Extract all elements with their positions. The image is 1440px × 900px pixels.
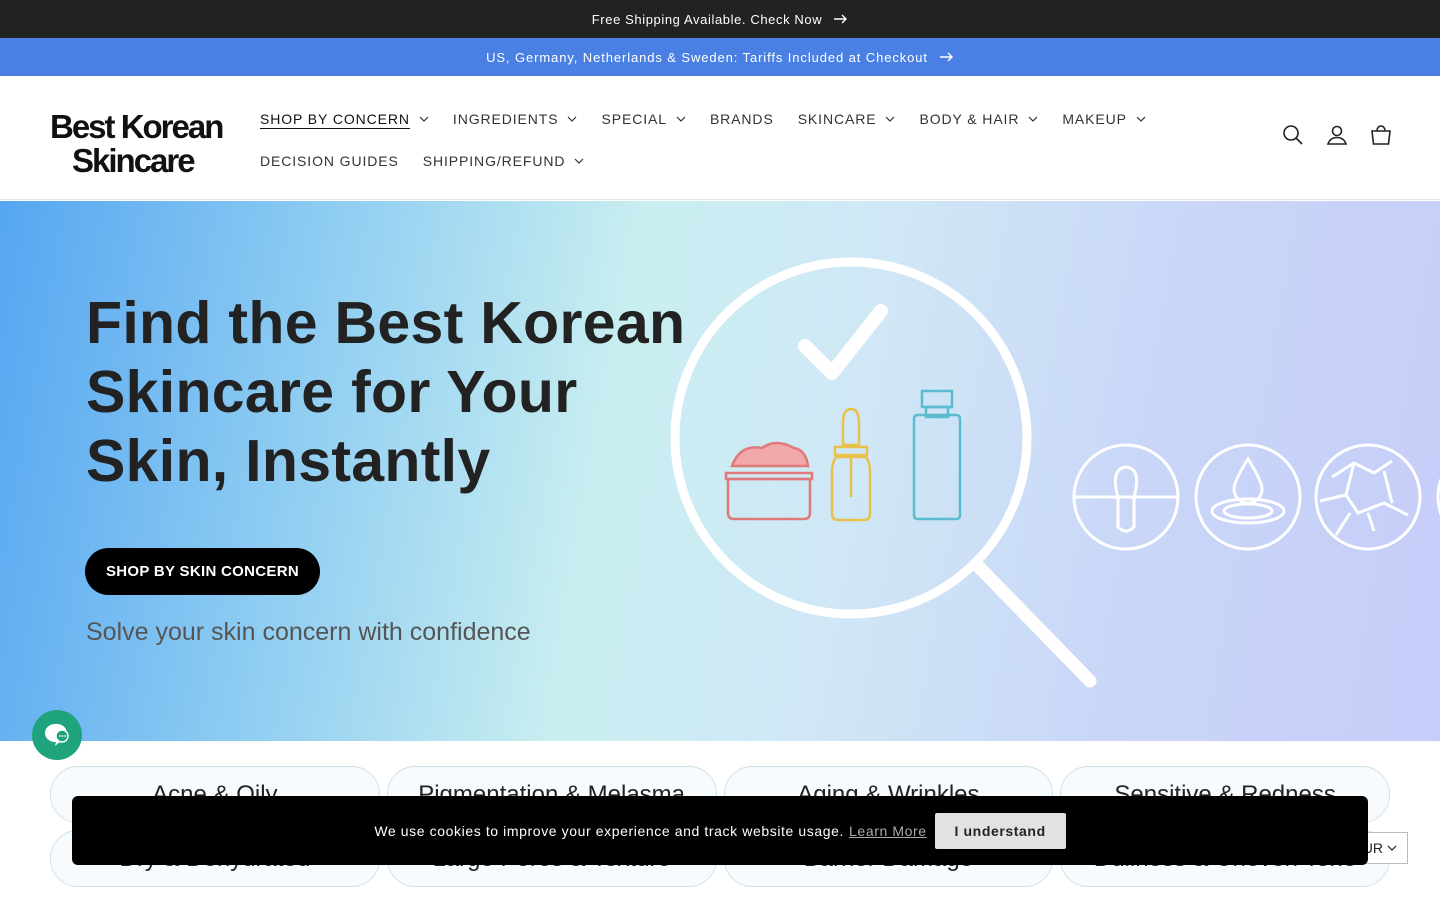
nav-label: MAKEUP <box>1062 111 1127 127</box>
account-icon[interactable] <box>1326 124 1348 146</box>
nav-row-2: DECISION GUIDES SHIPPING/REFUND <box>260 140 1160 182</box>
nav-item-makeup[interactable]: MAKEUP <box>1062 111 1146 127</box>
chevron-down-icon <box>1028 116 1038 122</box>
magnifier-handle <box>971 559 1097 688</box>
pore-icon <box>1072 443 1180 551</box>
nav-label: SKINCARE <box>797 111 877 127</box>
nav-item-decision-guides[interactable]: DECISION GUIDES <box>260 153 399 169</box>
cookie-message: We use cookies to improve your experienc… <box>374 822 845 839</box>
arrow-right-icon <box>834 14 848 24</box>
brand-logo-line2: Skincare <box>72 142 196 179</box>
brand-logo[interactable]: Best Korean Skincare <box>50 110 225 178</box>
chat-icon <box>45 723 69 746</box>
dropper-bottle-icon <box>830 407 872 522</box>
search-icon[interactable] <box>1282 124 1304 146</box>
chevron-down-icon <box>886 116 895 122</box>
chevron-down-icon <box>419 116 429 122</box>
announcement-tariffs-text: US, Germany, Netherlands & Sweden: Tarif… <box>486 49 928 65</box>
chevron-down-icon <box>1387 845 1397 851</box>
chat-widget-button[interactable] <box>32 710 82 760</box>
nav-label: SHIPPING/REFUND <box>422 153 566 169</box>
nav-label: DECISION GUIDES <box>260 153 399 169</box>
cart-icon[interactable] <box>1370 124 1392 146</box>
nav-item-special[interactable]: SPECIAL <box>601 111 686 127</box>
cookie-banner: We use cookies to improve your experienc… <box>72 796 1368 865</box>
arrow-right-icon <box>939 52 954 62</box>
nav-label: BRANDS <box>709 111 774 127</box>
main-nav: SHOP BY CONCERN INGREDIENTS SPECIAL BRAN… <box>260 98 1160 182</box>
nav-label: SHOP BY CONCERN <box>260 111 410 127</box>
nav-item-shipping-refund[interactable]: SHIPPING/REFUND <box>423 153 585 169</box>
nav-item-shop-by-concern[interactable]: SHOP BY CONCERN <box>260 111 429 127</box>
nav-item-body-hair[interactable]: BODY & HAIR <box>919 111 1038 127</box>
hydration-icon <box>1194 443 1302 551</box>
nav-label: INGREDIENTS <box>452 111 559 127</box>
bottle-icon <box>912 389 962 521</box>
site-header: Best Korean Skincare SHOP BY CONCERN ING… <box>0 76 1440 200</box>
hero-title: Find the Best Korean Skincare for Your S… <box>86 290 686 494</box>
nav-item-brands[interactable]: BRANDS <box>710 111 774 127</box>
chevron-down-icon <box>568 116 577 122</box>
hero-subtitle: Solve your skin concern with confidence <box>86 618 531 646</box>
chevron-down-icon <box>676 116 686 122</box>
skin-texture-icon <box>1314 443 1422 551</box>
cream-jar-icon <box>724 441 814 521</box>
nav-row-1: SHOP BY CONCERN INGREDIENTS SPECIAL BRAN… <box>260 98 1160 140</box>
cookie-learn-more-link[interactable]: Learn More <box>849 823 927 839</box>
nav-label: SPECIAL <box>601 111 667 127</box>
brand-logo-line1: Best Korean <box>50 108 224 145</box>
announcement-bar-tariffs[interactable]: US, Germany, Netherlands & Sweden: Tarif… <box>0 38 1440 76</box>
header-icons <box>1282 124 1392 146</box>
checkmark-icon <box>798 304 888 380</box>
shop-by-skin-concern-button[interactable]: SHOP BY SKIN CONCERN <box>85 548 320 595</box>
chevron-down-icon <box>1136 116 1146 122</box>
announcement-shipping-text: Free Shipping Available. Check Now <box>591 11 823 27</box>
hero-banner: Find the Best Korean Skincare for Your S… <box>0 201 1440 741</box>
cookie-accept-button[interactable]: I understand <box>934 812 1066 849</box>
nav-label: BODY & HAIR <box>919 111 1020 127</box>
chevron-down-icon <box>574 158 584 164</box>
magnifier-illustration <box>670 257 1440 688</box>
announcement-bar-shipping[interactable]: Free Shipping Available. Check Now <box>0 0 1440 38</box>
nav-item-ingredients[interactable]: INGREDIENTS <box>453 111 578 127</box>
nav-item-skincare[interactable]: SKINCARE <box>798 111 896 127</box>
